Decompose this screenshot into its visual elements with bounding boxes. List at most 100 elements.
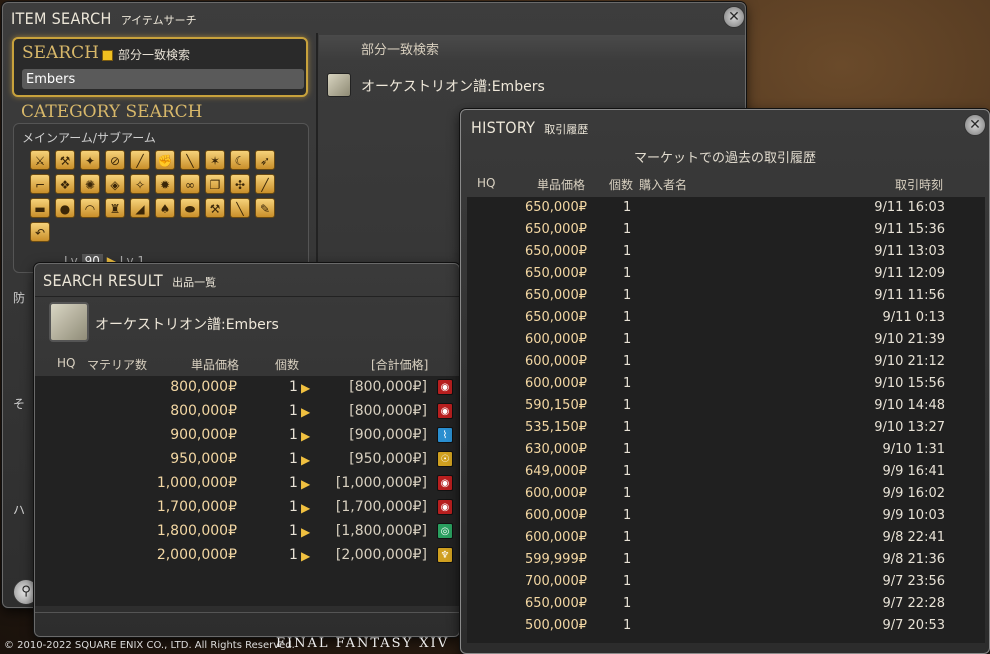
table-row[interactable]: 1,700,000₽ 1 ▶ [1,700,000₽] ◉ <box>35 496 459 520</box>
world-icon: ◎ <box>437 523 453 539</box>
blacksmith-icon[interactable]: ● <box>55 198 75 218</box>
gladiator-icon[interactable]: ⚔ <box>30 150 50 170</box>
unit-price: 650,000₽ <box>524 288 587 303</box>
table-row: 600,000₽ 1 9/10 21:12 <box>467 351 985 373</box>
close-icon[interactable]: ✕ <box>964 114 986 136</box>
unit-price: 600,000₽ <box>524 354 587 369</box>
unit-price: 630,000₽ <box>524 442 587 457</box>
trade-time: 9/11 0:13 <box>882 310 945 325</box>
col-unit-price[interactable]: 単品価格 <box>537 176 585 193</box>
machinist-icon[interactable]: ⌐ <box>30 174 50 194</box>
table-row: 650,000₽ 1 9/11 16:03 <box>467 197 985 219</box>
lancer-icon[interactable]: ╱ <box>130 150 150 170</box>
botanist-icon[interactable]: ✎ <box>255 198 275 218</box>
play-icon: ▶ <box>301 501 311 515</box>
unit-price: 600,000₽ <box>524 486 587 501</box>
table-row: 650,000₽ 1 9/11 15:36 <box>467 219 985 241</box>
table-row[interactable]: 800,000₽ 1 ▶ [800,000₽] ◉ <box>35 400 459 424</box>
quantity: 1 <box>623 266 632 281</box>
world-icon: ◉ <box>437 403 453 419</box>
table-row[interactable]: 1,000,000₽ 1 ▶ [1,000,000₽] ◉ <box>35 472 459 496</box>
col-qty[interactable]: 個数 <box>609 176 633 193</box>
reaper-icon[interactable]: ☾ <box>230 150 250 170</box>
col-materia[interactable]: マテリア数 <box>87 356 147 373</box>
category-icon-grid: ⚔ ⚒ ✦ ⊘ ╱ ✊ ╲ ✶ ☾ ➶ ⌐ ❖ ✺ ◈ ✧ ✹ ∞ ❐ ✣ ╱ ▬ ● ◠ ♜ ◢ ♠ ⬬ ⚒ ╲ ✎ ↶ <box>30 150 296 246</box>
quantity: 1 <box>623 596 632 611</box>
table-row[interactable]: 900,000₽ 1 ▶ [900,000₽] ⌇ <box>35 424 459 448</box>
table-row[interactable]: 2,000,000₽ 1 ▶ [2,000,000₽] ♆ <box>35 544 459 568</box>
table-row: 700,000₽ 1 9/7 23:56 <box>467 571 985 593</box>
table-row: 600,000₽ 1 9/8 22:41 <box>467 527 985 549</box>
quantity: 1 <box>623 464 632 479</box>
gunbreaker-icon[interactable]: ⊘ <box>105 150 125 170</box>
play-icon: ▶ <box>301 453 311 467</box>
trade-time: 9/9 16:41 <box>882 464 945 479</box>
arcanist-icon[interactable]: ◈ <box>105 174 125 194</box>
trade-time: 9/10 1:31 <box>882 442 945 457</box>
history-window: HISTORY 取引履歴 ✕ マーケットでの過去の取引履歴 HQ 単品価格 個数… <box>460 109 990 654</box>
darkknight-icon[interactable]: ✦ <box>80 150 100 170</box>
orchestrion-roll-icon <box>49 302 89 342</box>
culinarian-icon[interactable]: ⚒ <box>205 198 225 218</box>
table-row: 649,000₽ 1 9/9 16:41 <box>467 461 985 483</box>
marauder-icon[interactable]: ⚒ <box>55 150 75 170</box>
world-icon: ◉ <box>437 379 453 395</box>
col-total[interactable]: [合計価格] <box>371 356 428 373</box>
conjurer-icon[interactable]: ∞ <box>180 174 200 194</box>
table-row: 600,000₽ 1 9/10 21:39 <box>467 329 985 351</box>
alchemist-icon[interactable]: ⬬ <box>180 198 200 218</box>
col-hq[interactable]: HQ <box>477 176 495 190</box>
world-icon: ⌇ <box>437 427 453 443</box>
pugilist-icon[interactable]: ✊ <box>155 150 175 170</box>
table-row: 650,000₽ 1 9/11 11:56 <box>467 285 985 307</box>
result-item-name: オーケストリオン譜:Embers <box>361 79 545 95</box>
results-header-label: 部分一致検索 <box>361 43 440 58</box>
archer-icon[interactable]: ➶ <box>255 150 275 170</box>
bluemage-icon[interactable]: ✹ <box>155 174 175 194</box>
table-row[interactable]: 1,800,000₽ 1 ▶ [1,800,000₽] ◎ <box>35 520 459 544</box>
thaumaturge-icon[interactable]: ✺ <box>80 174 100 194</box>
weaver-icon[interactable]: ♠ <box>155 198 175 218</box>
carpenter-icon[interactable]: ▬ <box>30 198 50 218</box>
search-input[interactable] <box>22 69 304 89</box>
results-header-bar: 部分一致検索 <box>319 35 745 61</box>
armorer-icon[interactable]: ◠ <box>80 198 100 218</box>
samurai-icon[interactable]: ╲ <box>180 150 200 170</box>
unit-price: 649,000₽ <box>524 464 587 479</box>
sage-icon[interactable]: ╱ <box>255 174 275 194</box>
quantity: 1 <box>289 379 298 395</box>
dancer-icon[interactable]: ❖ <box>55 174 75 194</box>
search-result-list: 800,000₽ 1 ▶ [800,000₽] ◉ 800,000₽ 1 ▶ [… <box>35 376 459 606</box>
col-hq[interactable]: HQ <box>57 356 75 370</box>
miner-icon[interactable]: ╲ <box>230 198 250 218</box>
goldsmith-icon[interactable]: ♜ <box>105 198 125 218</box>
col-unit-price[interactable]: 単品価格 <box>191 356 239 373</box>
play-icon: ▶ <box>301 405 311 419</box>
play-icon: ▶ <box>301 381 311 395</box>
quantity: 1 <box>623 486 632 501</box>
table-row: 650,000₽ 1 9/7 22:28 <box>467 593 985 615</box>
quantity: 1 <box>623 244 632 259</box>
total-price: [2,000,000₽] <box>335 547 427 563</box>
close-icon[interactable]: ✕ <box>723 6 745 28</box>
leatherworker-icon[interactable]: ◢ <box>130 198 150 218</box>
redmage-icon[interactable]: ✧ <box>130 174 150 194</box>
divider <box>35 296 459 297</box>
col-buyer[interactable]: 購入者名 <box>639 176 687 193</box>
col-time[interactable]: 取引時刻 <box>895 176 943 193</box>
trade-time: 9/8 21:36 <box>882 552 945 567</box>
scholar-icon[interactable]: ❐ <box>205 174 225 194</box>
history-title-en: HISTORY <box>471 118 536 137</box>
fisher-icon[interactable]: ↶ <box>30 222 50 242</box>
housing-category-stub: ハ <box>13 503 26 517</box>
rogue-icon[interactable]: ✶ <box>205 150 225 170</box>
quantity: 1 <box>289 475 298 491</box>
table-row[interactable]: 800,000₽ 1 ▶ [800,000₽] ◉ <box>35 376 459 400</box>
unit-price: 600,000₽ <box>524 376 587 391</box>
astrologian-icon[interactable]: ✣ <box>230 174 250 194</box>
partial-match-checkbox[interactable] <box>102 50 113 61</box>
table-row[interactable]: 950,000₽ 1 ▶ [950,000₽] ☉ <box>35 448 459 472</box>
col-qty[interactable]: 個数 <box>275 356 299 373</box>
total-price: [1,000,000₽] <box>335 475 427 491</box>
trade-time: 9/7 20:53 <box>882 618 945 633</box>
